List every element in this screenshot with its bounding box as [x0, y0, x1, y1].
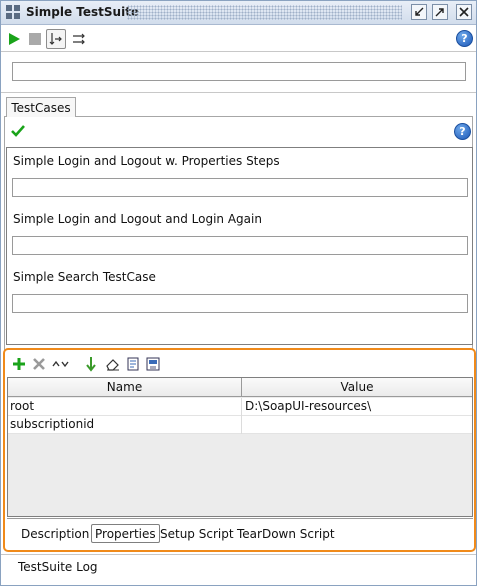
properties-toolbar	[8, 353, 468, 375]
properties-panel: Name Value root D:\SoapUI-resources\ sub…	[3, 348, 476, 552]
save-properties-button[interactable]	[144, 355, 162, 373]
sequential-run-icon	[49, 33, 62, 45]
stop-icon	[29, 33, 41, 45]
help-button[interactable]: ?	[456, 30, 473, 47]
title-bar: Simple TestSuite	[1, 1, 476, 25]
add-property-button[interactable]	[10, 355, 28, 373]
testsuite-window: Simple TestSuite ? TestCases ? Simple Lo…	[0, 0, 477, 586]
help-icon: ?	[459, 125, 466, 138]
load-file-icon	[127, 357, 139, 371]
log-divider	[1, 554, 476, 555]
property-value-cell[interactable]: D:\SoapUI-resources\	[245, 399, 371, 413]
testcases-help-button[interactable]: ?	[454, 123, 471, 140]
header-divider	[1, 92, 476, 93]
tab-teardown-script[interactable]: TearDown Script	[234, 524, 338, 543]
checkmark-icon	[11, 125, 25, 137]
tab-properties[interactable]: Properties	[91, 524, 160, 543]
help-icon: ?	[461, 32, 468, 45]
clear-values-button[interactable]	[104, 355, 122, 373]
description-field[interactable]	[12, 62, 466, 81]
testcase-list: Simple Login and Logout w. Properties St…	[6, 147, 473, 345]
property-name-cell[interactable]: root	[10, 399, 34, 413]
save-file-icon	[146, 357, 160, 371]
testcase-label[interactable]: Simple Login and Logout and Login Again	[13, 212, 262, 226]
parallel-run-icon	[73, 33, 85, 45]
column-header-name[interactable]: Name	[8, 378, 241, 396]
arrow-down-icon	[86, 357, 96, 372]
testcase-progress-bar	[12, 294, 468, 313]
testcase-progress-bar	[12, 236, 468, 255]
close-icon	[459, 7, 469, 17]
tab-testcases[interactable]: TestCases	[6, 97, 76, 117]
inspector-subtabs: Description Properties Setup Script Tear…	[7, 518, 473, 546]
table-row[interactable]: root D:\SoapUI-resources\	[8, 398, 472, 416]
load-properties-button[interactable]	[124, 355, 142, 373]
table-row[interactable]: subscriptionid	[8, 416, 472, 434]
delete-x-icon	[33, 358, 45, 370]
tab-testcases-label: TestCases	[11, 100, 71, 115]
property-name-cell[interactable]: subscriptionid	[10, 417, 94, 431]
grid-app-icon	[6, 5, 20, 19]
cell-divider	[241, 416, 242, 434]
properties-table: Name Value root D:\SoapUI-resources\ sub…	[7, 377, 473, 517]
testcase-label[interactable]: Simple Login and Logout w. Properties St…	[13, 154, 280, 168]
detach-button[interactable]	[432, 4, 448, 20]
toolbar-divider	[1, 51, 476, 52]
testcase-progress-bar	[12, 178, 468, 197]
arrow-down-left-icon	[415, 7, 424, 16]
parallel-run-button[interactable]	[69, 29, 89, 49]
title-drag-grip[interactable]	[127, 5, 402, 20]
column-header-value[interactable]: Value	[242, 378, 472, 396]
tab-setup-script[interactable]: Setup Script	[157, 524, 237, 543]
chevron-up-down-icon	[52, 360, 69, 368]
testcase-label[interactable]: Simple Search TestCase	[13, 270, 156, 284]
run-button[interactable]	[4, 29, 24, 49]
window-title: Simple TestSuite	[26, 5, 140, 19]
arrow-up-right-icon	[435, 8, 444, 17]
tab-description[interactable]: Description	[18, 524, 92, 543]
move-up-down-button[interactable]	[52, 355, 70, 373]
close-button[interactable]	[456, 4, 472, 20]
main-toolbar: ?	[1, 26, 476, 51]
sequential-run-button[interactable]	[46, 29, 66, 49]
minimize-button[interactable]	[411, 4, 427, 20]
play-icon	[9, 33, 20, 45]
stop-button[interactable]	[25, 29, 45, 49]
move-down-button[interactable]	[82, 355, 100, 373]
eraser-icon	[106, 359, 119, 371]
testsuite-log-tab[interactable]: TestSuite Log	[18, 560, 98, 574]
plus-icon	[13, 358, 25, 370]
table-header: Name Value	[8, 378, 472, 397]
remove-property-button[interactable]	[30, 355, 48, 373]
cell-divider	[241, 398, 242, 416]
